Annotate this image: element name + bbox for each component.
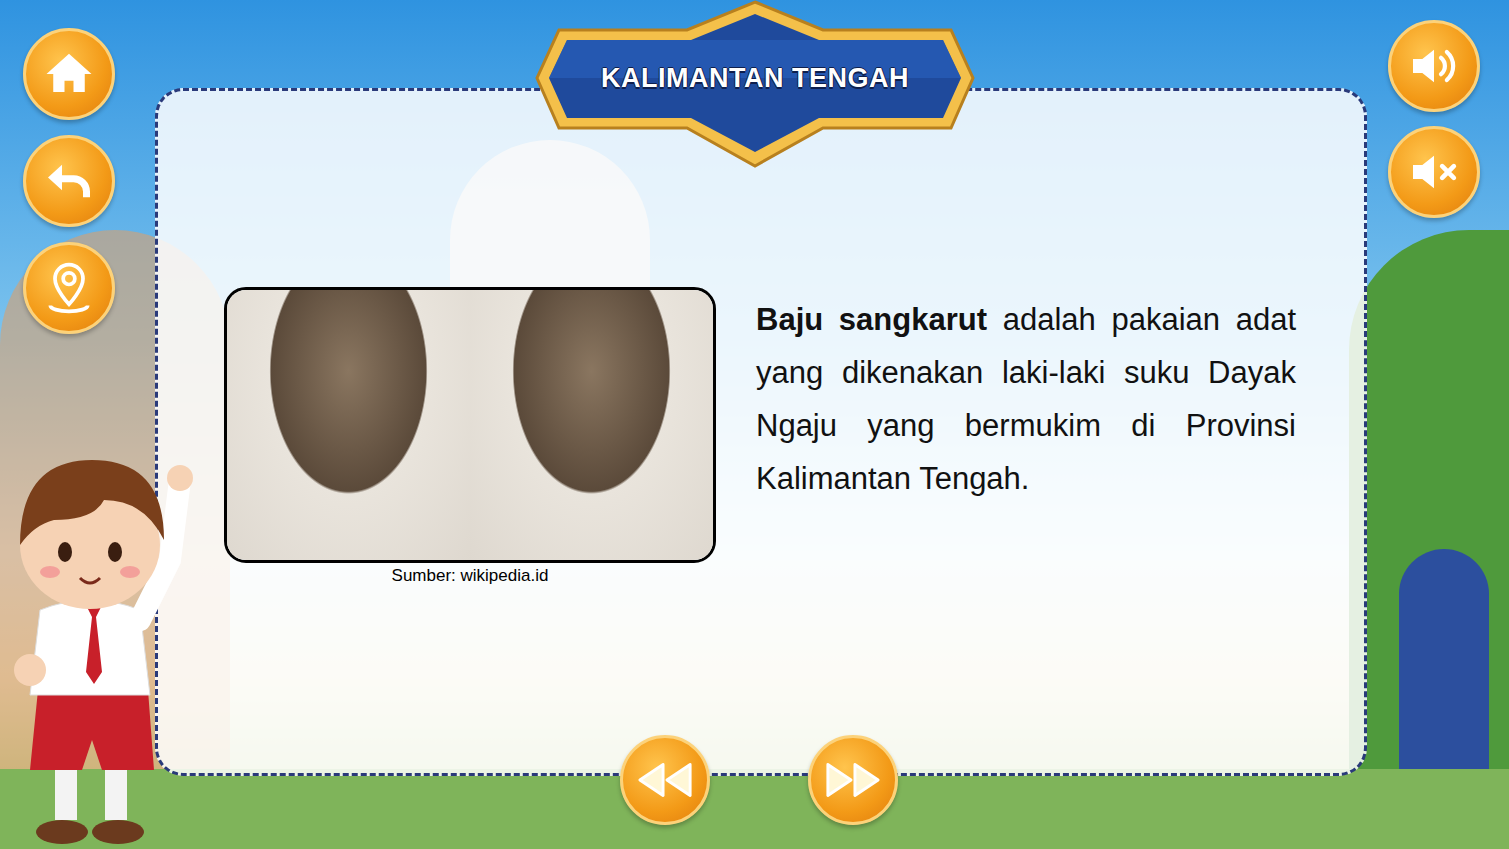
mute-button[interactable]: [1388, 126, 1480, 218]
back-button[interactable]: [23, 135, 115, 227]
back-arrow-icon: [41, 153, 97, 209]
fast-forward-icon: [824, 757, 882, 803]
rewind-icon: [636, 757, 694, 803]
boy-mascot-icon: [0, 440, 210, 849]
next-button[interactable]: [808, 735, 898, 825]
muted-speaker-icon: [1406, 144, 1462, 200]
costume-photo: [224, 287, 716, 563]
description: Baju sangkarut adalah pakaian adat yang …: [756, 293, 1296, 505]
screen: Sumber: wikipedia.id Baju sangkarut adal…: [0, 0, 1509, 849]
home-button[interactable]: [23, 28, 115, 120]
content-card: Sumber: wikipedia.id Baju sangkarut adal…: [155, 88, 1367, 776]
speaker-icon: [1406, 38, 1462, 94]
ground: [0, 769, 1509, 849]
previous-button[interactable]: [620, 735, 710, 825]
home-icon: [42, 47, 96, 101]
sound-on-button[interactable]: [1388, 20, 1480, 112]
location-pin-icon: [41, 260, 97, 316]
map-button[interactable]: [23, 242, 115, 334]
photo-caption: Sumber: wikipedia.id: [392, 565, 549, 587]
description-term: Baju sangkarut: [756, 302, 987, 337]
title-banner: KALIMANTAN TENGAH: [533, 0, 977, 168]
title: KALIMANTAN TENGAH: [601, 58, 909, 98]
